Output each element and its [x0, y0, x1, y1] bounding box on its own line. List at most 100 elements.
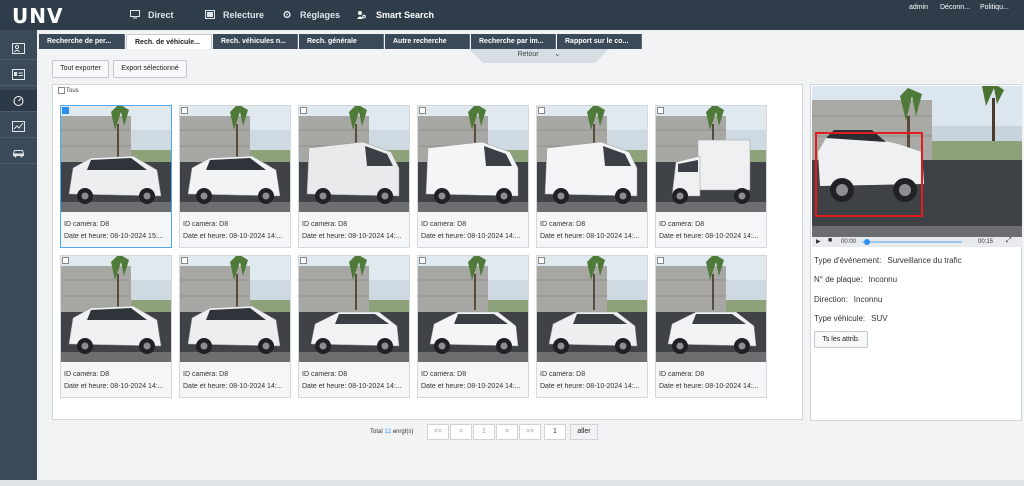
result-checkbox[interactable] — [419, 107, 426, 114]
select-all-label: Tous — [66, 87, 79, 94]
camera-id: ID caméra: D8 — [183, 221, 229, 228]
chevron-down-icon: ⌄ — [554, 51, 561, 58]
bottom-bar — [0, 480, 1024, 486]
first-page-button[interactable]: << — [427, 424, 449, 440]
tab-other-search[interactable]: Autre recherche — [385, 34, 470, 49]
result-card[interactable]: ID caméra: D8 Date et heure: 08-10-2024 1… — [298, 105, 410, 248]
vehicle-thumbnail[interactable] — [418, 256, 528, 362]
sidebar-item-chart[interactable] — [0, 116, 37, 138]
play-icon[interactable]: ▶ — [816, 238, 821, 245]
nav-reglages[interactable]: Réglages — [282, 0, 340, 30]
total-prefix: Total — [370, 429, 383, 435]
tab-person-search[interactable]: Recherche de per... — [39, 34, 125, 49]
goto-page-button[interactable]: aller — [570, 424, 598, 440]
nav-relecture[interactable]: Relecture — [205, 0, 264, 30]
result-card[interactable]: ID caméra: D8 Date et heure: 08-10-2024 1… — [298, 255, 410, 398]
camera-id: ID caméra: D8 — [302, 221, 348, 228]
vehicle-thumbnail[interactable] — [299, 106, 409, 212]
id-card-icon — [12, 69, 25, 80]
next-page-button[interactable]: > — [496, 424, 518, 440]
tab-non-motor-vehicle-search[interactable]: Rech. véhicules n... — [213, 34, 298, 49]
nav-direct[interactable]: Direct — [130, 0, 174, 30]
vehicle-thumbnail[interactable] — [180, 256, 290, 362]
result-checkbox[interactable] — [181, 107, 188, 114]
search-tabs: Recherche de per... Rech. de véhicule...… — [39, 34, 1024, 49]
capture-datetime: Date et heure: 08-10-2024 14:... — [659, 233, 759, 240]
capture-datetime: Date et heure: 08-10-2024 14:... — [183, 233, 283, 240]
sidebar-item-id-card[interactable] — [0, 64, 37, 86]
tab-general-search[interactable]: Rech. générale — [299, 34, 384, 49]
result-card[interactable]: ID caméra: D8 Date et heure: 08-10-2024 1… — [536, 105, 648, 248]
vehicle-thumbnail[interactable] — [537, 106, 647, 212]
video-frame — [812, 86, 1022, 237]
camera-id: ID caméra: D8 — [659, 221, 705, 228]
result-card[interactable]: ID caméra: D8 Date et heure: 08-10-2024 1… — [60, 105, 172, 248]
export-selected-button[interactable]: Export sélectionné — [113, 60, 187, 78]
result-card[interactable]: ID caméra: D8 Date et heure: 08-10-2024 1… — [417, 255, 529, 398]
result-card[interactable]: ID caméra: D8 Date et heure: 08-10-2024 1… — [417, 105, 529, 248]
result-card[interactable]: ID caméra: D8 Date et heure: 08-10-2024 1… — [179, 105, 291, 248]
result-card[interactable]: ID caméra: D8 Date et heure: 08-10-2024 1… — [536, 255, 648, 398]
current-page[interactable]: 1 — [473, 424, 495, 440]
vehicle-thumbnail[interactable] — [537, 256, 647, 362]
select-all-checkbox[interactable] — [58, 87, 65, 94]
all-attributes-button[interactable]: Ts les attrib. — [814, 331, 868, 348]
sidebar-item-vehicle-analysis[interactable] — [0, 90, 37, 112]
export-all-button[interactable]: Tout exporter — [52, 60, 109, 78]
logout-link[interactable]: Déconn... — [940, 4, 970, 11]
person-search-icon — [357, 11, 366, 19]
result-checkbox[interactable] — [657, 107, 664, 114]
vehicle-thumbnail[interactable] — [180, 106, 290, 212]
fullscreen-icon[interactable]: ⤢ — [1006, 237, 1012, 245]
result-checkbox[interactable] — [300, 257, 307, 264]
direction-label: Direction: — [814, 295, 848, 304]
goto-page-input[interactable]: 1 — [544, 424, 566, 440]
retour-button[interactable]: Retour ⌄ — [469, 49, 609, 63]
policy-link[interactable]: Politiqu... — [980, 4, 1009, 11]
tab-image-search[interactable]: Recherche par im... — [471, 34, 556, 49]
result-checkbox[interactable] — [657, 257, 664, 264]
vehicle-thumbnail[interactable] — [418, 106, 528, 212]
camera-id: ID caméra: D8 — [540, 371, 586, 378]
vehicle-thumbnail[interactable] — [656, 256, 766, 362]
result-card[interactable]: ID caméra: D8 Date et heure: 08-10-2024 1… — [60, 255, 172, 398]
top-bar: UNV Direct Relecture Réglages Smart Sear… — [0, 0, 1024, 30]
sidebar-item-vehicle[interactable] — [0, 142, 37, 164]
result-checkbox[interactable] — [538, 107, 545, 114]
user-name[interactable]: admin — [909, 4, 928, 11]
nav-smart-search[interactable]: Smart Search — [352, 0, 434, 30]
progress-bar[interactable] — [862, 241, 962, 243]
nav-label: Direct — [148, 10, 174, 20]
result-checkbox[interactable] — [419, 257, 426, 264]
tab-vehicle-search[interactable]: Rech. de véhicule... — [126, 34, 212, 49]
result-checkbox[interactable] — [181, 257, 188, 264]
select-all[interactable]: Tous — [58, 87, 79, 94]
last-page-button[interactable]: >> — [519, 424, 541, 440]
vehicle-thumbnail[interactable] — [61, 256, 171, 362]
plate-number-value: Inconnu — [868, 275, 898, 284]
event-type: Type d'événement: Surveillance du trafic — [814, 256, 962, 265]
stop-icon[interactable]: ■ — [828, 237, 832, 244]
tab-report[interactable]: Rapport sur le co... — [557, 34, 642, 49]
video-player[interactable] — [812, 86, 1022, 237]
sidebar-item-face[interactable] — [0, 38, 37, 60]
result-card[interactable]: ID caméra: D8 Date et heure: 08-10-2024 1… — [655, 255, 767, 398]
result-checkbox[interactable] — [62, 107, 69, 114]
camera-id: ID caméra: D8 — [183, 371, 229, 378]
capture-datetime: Date et heure: 08-10-2024 14:... — [64, 383, 164, 390]
result-checkbox[interactable] — [538, 257, 545, 264]
progress-handle[interactable] — [864, 239, 870, 245]
result-checkbox[interactable] — [62, 257, 69, 264]
monitor-icon — [130, 10, 140, 19]
total-suffix: enrgt(s) — [392, 429, 414, 435]
time-start: 00:00 — [841, 239, 857, 245]
vehicle-thumbnail[interactable] — [61, 106, 171, 212]
camera-id: ID caméra: D8 — [421, 371, 467, 378]
result-checkbox[interactable] — [300, 107, 307, 114]
vehicle-thumbnail[interactable] — [656, 106, 766, 212]
prev-page-button[interactable]: < — [450, 424, 472, 440]
result-card[interactable]: ID caméra: D8 Date et heure: 08-10-2024 1… — [179, 255, 291, 398]
capture-datetime: Date et heure: 08-10-2024 14:... — [421, 383, 521, 390]
vehicle-thumbnail[interactable] — [299, 256, 409, 362]
result-card[interactable]: ID caméra: D8 Date et heure: 08-10-2024 1… — [655, 105, 767, 248]
